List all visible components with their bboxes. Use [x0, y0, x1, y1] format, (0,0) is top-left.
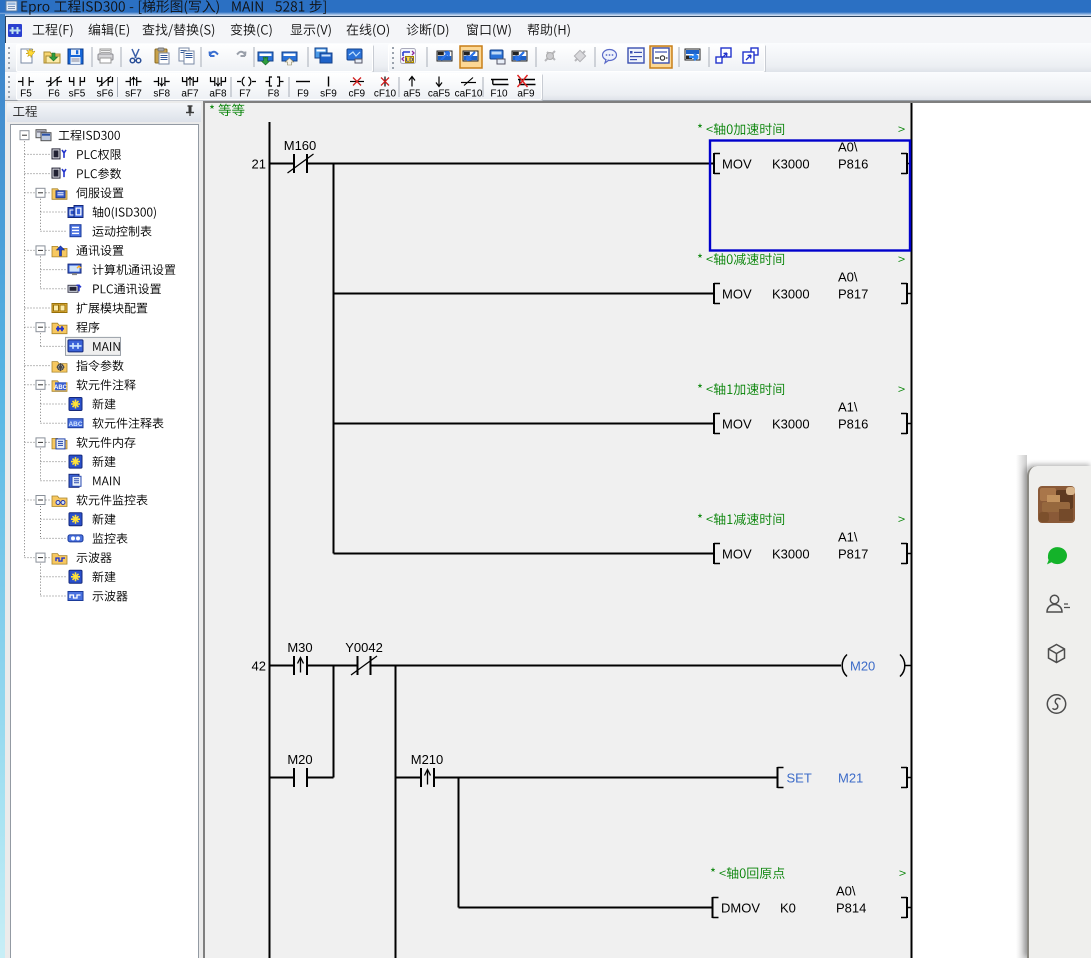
svg-text:A0\: A0\	[836, 884, 856, 899]
svg-text:P816: P816	[838, 157, 868, 172]
svg-text:aF5: aF5	[403, 89, 421, 100]
svg-text:M20: M20	[287, 752, 312, 767]
svg-text:MOV: MOV	[722, 547, 752, 562]
svg-text:sF5: sF5	[69, 89, 86, 100]
svg-text:K3000: K3000	[772, 417, 810, 432]
svg-text:M210: M210	[411, 752, 444, 767]
svg-text:A0\: A0\	[838, 140, 858, 155]
svg-text:ABC: ABC	[68, 421, 82, 428]
svg-text:caF10: caF10	[455, 89, 483, 100]
svg-text:K3000: K3000	[772, 547, 810, 562]
svg-text:F6: F6	[48, 89, 60, 100]
svg-text:F9: F9	[297, 89, 309, 100]
svg-text:MOV: MOV	[722, 157, 752, 172]
svg-text:MOV: MOV	[722, 287, 752, 302]
svg-text:caF5: caF5	[428, 89, 451, 100]
svg-text:F8: F8	[268, 89, 280, 100]
svg-text:sF8: sF8	[153, 89, 170, 100]
svg-text:P817: P817	[838, 287, 868, 302]
svg-text:A0\: A0\	[838, 270, 858, 285]
svg-text:P816: P816	[838, 417, 868, 432]
svg-text:M20: M20	[850, 659, 875, 674]
svg-text:sF9: sF9	[320, 89, 337, 100]
svg-text:MOV: MOV	[722, 417, 752, 432]
svg-text:M21: M21	[838, 771, 863, 786]
svg-text:F5: F5	[20, 89, 32, 100]
svg-text:K3000: K3000	[772, 157, 810, 172]
svg-text:ABC: ABC	[54, 385, 68, 391]
svg-text:cF10: cF10	[374, 89, 397, 100]
svg-text:P817: P817	[838, 547, 868, 562]
svg-text:SET: SET	[787, 771, 812, 786]
svg-text:A1\: A1\	[838, 530, 858, 545]
svg-text:F10: F10	[490, 89, 508, 100]
svg-text:K3000: K3000	[772, 287, 810, 302]
svg-text:M160: M160	[284, 138, 317, 153]
svg-text:Y0042: Y0042	[345, 640, 383, 655]
svg-text:F7: F7	[239, 89, 251, 100]
svg-text:LD: LD	[406, 58, 413, 64]
svg-text:K0: K0	[780, 901, 796, 916]
svg-text:DMOV: DMOV	[721, 901, 760, 916]
svg-text:sF6: sF6	[97, 89, 114, 100]
svg-text:aF8: aF8	[209, 89, 227, 100]
svg-text:aF9: aF9	[517, 89, 535, 100]
svg-text:sF7: sF7	[125, 89, 142, 100]
svg-text:M30: M30	[287, 640, 312, 655]
svg-text:cF9: cF9	[348, 89, 365, 100]
svg-text:P814: P814	[836, 901, 866, 916]
svg-text:A1\: A1\	[838, 400, 858, 415]
svg-text:aF7: aF7	[181, 89, 199, 100]
svg-text:42: 42	[252, 659, 266, 674]
svg-text:21: 21	[252, 157, 266, 172]
